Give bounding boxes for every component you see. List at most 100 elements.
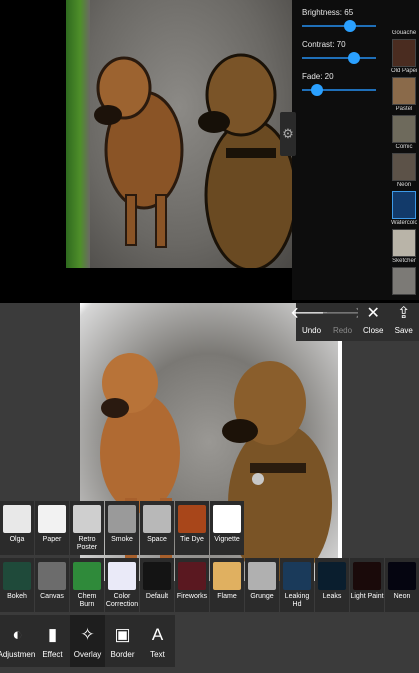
contrast-slider[interactable]: Contrast: 70 [302,40,380,64]
effect-tile[interactable]: Chem Burn [70,558,104,612]
tool-adjustment[interactable]: ◐ Adjustment [0,615,38,667]
contrast-thumb[interactable] [347,52,360,64]
top-editor-screen: Brightness: 65 Contrast: 70 Fade: 20 ⚙ G… [0,0,419,300]
border-icon: ▣ [114,624,131,644]
effect-thumbnail [388,562,416,590]
contrast-track[interactable] [302,52,376,64]
close-button[interactable]: ✕ Close [358,303,389,341]
effect-thumbnail [353,562,381,590]
save-icon: ⇪ [397,305,411,322]
effect-label: Default [145,593,169,600]
gear-icon[interactable]: ⚙ [280,112,296,156]
effect-label: Color Correction [105,593,139,608]
tool-label: Text [150,649,165,659]
effect-tile[interactable]: Vignette [210,501,244,555]
effect-label: Olga [9,536,25,543]
effect-label: Grunge [250,593,274,600]
effect-thumbnail [3,562,31,590]
effect-tile[interactable]: Color Correction [105,558,139,612]
effect-tile[interactable]: Canvas [35,558,69,612]
effect-label: Retro Poster [76,536,98,551]
brightness-track[interactable] [302,20,376,32]
fade-slider[interactable]: Fade: 20 [302,72,380,96]
filter-thumbnail [392,191,416,219]
filter-label: Comic [395,144,413,150]
tool-effect[interactable]: ▮ Effect [35,615,70,667]
fade-label: Fade: 20 [302,72,334,81]
redo-label: Redo [332,326,353,335]
effect-tile[interactable]: Retro Poster [70,501,104,555]
fade-track[interactable] [302,84,376,96]
effect-label: Bokeh [7,593,27,600]
close-label: Close [363,326,384,335]
filter-label: Sketcher [392,258,416,264]
filter-item[interactable]: Sketcher [391,258,417,295]
filter-thumbnail [392,39,416,67]
effect-thumbnail [178,505,206,533]
effect-tile[interactable]: Tie Dye [175,501,209,555]
effect-tile[interactable]: Flame [210,558,244,612]
fade-thumb[interactable] [310,84,323,96]
effect-tile[interactable]: Grunge [245,558,279,612]
filter-label: Gouache [391,30,417,36]
tool-overlay[interactable]: ✧ Overlay [70,615,105,667]
adjustment-sliders-panel: Brightness: 65 Contrast: 70 Fade: 20 [292,0,388,300]
dogs-image [94,53,292,268]
tool-label: Overlay [73,649,102,659]
effect-label: Canvas [40,593,64,600]
brightness-slider[interactable]: Brightness: 65 [302,8,380,32]
brightness-label: Brightness: 65 [302,8,354,17]
tool-label: Border [110,649,135,659]
effect-label: Leaks [322,593,342,600]
close-icon: ✕ [366,305,380,322]
effect-thumbnail [3,505,31,533]
effect-thumbnail [73,562,101,590]
effect-thumbnail [73,505,101,533]
effect-tile[interactable]: Fireworks [175,558,209,612]
brightness-thumb[interactable] [344,20,357,32]
filter-item[interactable]: Old Paper [391,68,417,105]
effect-thumbnail [108,505,136,533]
effect-tile[interactable]: Neon [385,558,419,612]
effect-label: Light Paint [350,593,384,600]
filter-item[interactable]: Pastel [391,106,417,143]
effect-tile[interactable]: Smoke [105,501,139,555]
filter-label: Watercolor [391,220,417,226]
filter-item[interactable]: Gouache [391,30,417,67]
effect-label: Smoke [111,536,133,543]
effect-label: Space [147,536,167,543]
effect-thumbnail [318,562,346,590]
filter-thumbnail [392,229,416,257]
effect-label: Flame [217,593,237,600]
effect-tile[interactable]: Light Paint [350,558,384,612]
filter-thumbnail [392,77,416,105]
effect-thumbnail [178,562,206,590]
effect-tile[interactable]: Leaks [315,558,349,612]
save-button[interactable]: ⇪ Save [388,303,419,341]
effect-tile[interactable]: Bokeh [0,558,34,612]
redo-button[interactable]: 🡒 Redo [321,303,364,341]
adjustment-icon: ◐ [12,624,23,644]
save-label: Save [394,326,413,335]
overlay-icon: ✧ [80,624,95,644]
effect-thumbnail [283,562,311,590]
filter-item[interactable]: Comic [391,144,417,181]
effect-tile[interactable]: Space [140,501,174,555]
filter-strip: Gouache Old Paper Pastel Comic Neon Watercolo… [388,0,419,300]
tool-text[interactable]: A Text [140,615,175,667]
filter-label: Neon [396,182,412,188]
filter-item[interactable]: Neon [391,182,417,219]
effects-row-2: Bokeh Canvas Chem Burn Color Correction Defa… [0,558,419,612]
filter-item[interactable]: Watercolor [391,220,417,257]
effect-thumbnail [213,505,241,533]
effect-tile[interactable]: Leaking Hd [280,558,314,612]
effect-label: Fireworks [176,593,208,600]
tool-border[interactable]: ▣ Border [105,615,140,667]
top-photo-canvas[interactable] [66,0,292,268]
effect-tile[interactable]: Olga [0,501,34,555]
effect-tile[interactable]: Default [140,558,174,612]
history-actions: 🡐 Undo 🡒 Redo ✕ Close ⇪ Save [290,303,419,341]
effect-label: Vignette [214,536,240,543]
effect-tile[interactable]: Paper [35,501,69,555]
bottom-editor-screen: 🡐 Undo 🡒 Redo ✕ Close ⇪ Save Olga Paper Retro Pos… [0,303,419,673]
